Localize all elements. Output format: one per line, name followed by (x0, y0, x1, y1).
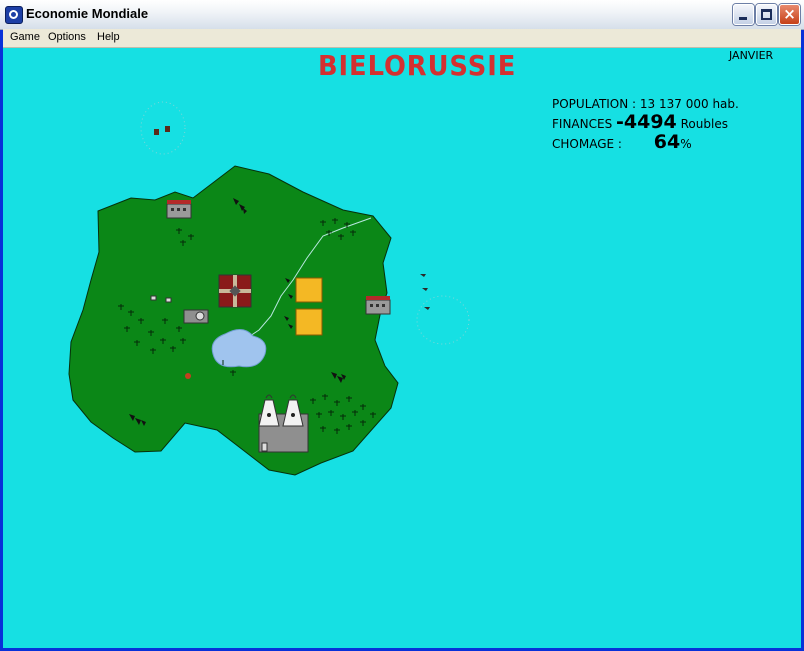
boat-icon (154, 129, 159, 135)
menu-game[interactable]: Game (10, 31, 40, 43)
offshore-island-outline (140, 101, 186, 155)
game-canvas[interactable]: BIELORUSSIE JANVIER POPULATION : 13 137 … (3, 48, 801, 651)
maximize-button[interactable] (756, 4, 777, 25)
minimize-button[interactable] (733, 4, 754, 25)
maximize-icon (761, 9, 772, 20)
app-icon[interactable] (5, 6, 23, 24)
window-title: Economie Mondiale (26, 6, 149, 21)
close-icon: × (783, 5, 796, 23)
farm-field[interactable] (295, 277, 323, 303)
menu-help[interactable]: Help (97, 31, 120, 43)
close-button[interactable]: × (779, 4, 800, 25)
country-map[interactable] (3, 48, 801, 651)
boat-icon (165, 126, 170, 132)
factory-icon[interactable] (166, 200, 192, 219)
factory-icon[interactable] (365, 296, 391, 315)
minimize-icon (739, 17, 747, 20)
capital-icon[interactable] (218, 274, 252, 308)
menu-options[interactable]: Options (48, 31, 86, 43)
game-window: Economie Mondiale × Game Options Help BI… (0, 0, 804, 651)
farm-field[interactable] (295, 308, 323, 336)
boat-icon (420, 274, 430, 310)
title-bar[interactable]: Economie Mondiale × (0, 0, 804, 30)
marker-icon[interactable] (185, 373, 191, 379)
menu-bar: Game Options Help (3, 29, 801, 48)
offshore-island-outline (416, 295, 470, 345)
